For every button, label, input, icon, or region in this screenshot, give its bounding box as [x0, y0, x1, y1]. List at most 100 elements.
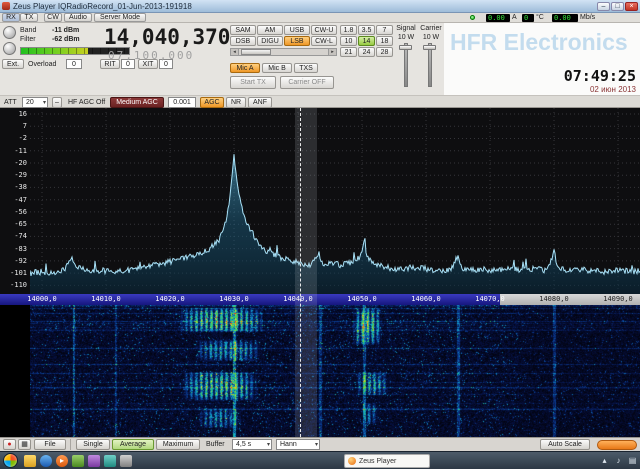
buffer-label: Buffer [206, 441, 225, 448]
mode-button-sam[interactable]: SAM [230, 25, 256, 35]
buffer-select[interactable]: 4,5 s [232, 439, 272, 450]
anf-button[interactable]: ANF [248, 97, 272, 108]
frequency-tick-label: 14040,0 [277, 295, 319, 303]
close-button[interactable]: × [625, 2, 638, 11]
volume-icon[interactable]: ♪ [613, 455, 624, 466]
tune-knob[interactable] [3, 26, 16, 39]
band-button-24[interactable]: 24 [358, 47, 375, 57]
db-axis-label: 7 [1, 122, 27, 130]
tab-tx[interactable]: TX [20, 13, 38, 22]
band-button-14[interactable]: 14 [358, 36, 375, 46]
mode-button-digu[interactable]: DIGU [257, 36, 283, 46]
vfo-a-frequency[interactable]: 14,040,370 [104, 25, 230, 49]
temperature-unit: °C [536, 14, 544, 21]
folder-icon[interactable] [24, 455, 36, 467]
band-button-3.5[interactable]: 3.5 [358, 25, 375, 35]
window-title: Zeus Player IQRadioRecord_01-Jun-2013-19… [13, 2, 596, 11]
mode-button-usb[interactable]: USB [284, 25, 310, 35]
overload-label: Overload [28, 61, 56, 68]
notepad-icon[interactable] [104, 455, 116, 467]
status-led [470, 15, 475, 20]
network-icon[interactable]: ▤ [627, 455, 638, 466]
control-panel: Band -11 dBm Filter -62 dBm Ext. Overloa… [0, 23, 640, 95]
mode-button-grid: SAMAMUSBCW-U DSBDIGULSBCW-L [230, 25, 337, 47]
agc-value-box[interactable]: 0.001 [168, 97, 196, 108]
start-tx-button[interactable]: Start TX [230, 76, 276, 89]
band-button-18[interactable]: 18 [376, 36, 393, 46]
carrier-off-button[interactable]: Carrier OFF [280, 76, 334, 89]
browser-icon[interactable] [40, 455, 52, 467]
calculator-icon[interactable] [120, 455, 132, 467]
window-function-select[interactable]: Hann [276, 439, 320, 450]
auto-scale-button[interactable]: Auto Scale [540, 439, 590, 450]
carrier-slider-label: Carrier [418, 25, 444, 32]
taskbar: ▸ Zeus Player ▴ ♪ ▤ [0, 451, 640, 469]
filter-meter-label: Filter [20, 36, 36, 43]
signal-slider-thumb[interactable] [399, 45, 412, 50]
band-button-10[interactable]: 10 [340, 36, 357, 46]
db-axis-label: -2 [1, 134, 27, 142]
carrier-slider-thumb[interactable] [423, 45, 436, 50]
waterfall-panel[interactable] [0, 305, 640, 437]
titlebar: Zeus Player IQRadioRecord_01-Jun-2013-19… [0, 0, 640, 13]
mode-scrollbar[interactable]: ◂ ▸ [230, 48, 337, 56]
ext-button[interactable]: Ext. [2, 59, 24, 69]
maximum-button[interactable]: Maximum [156, 439, 200, 450]
band-button-1.8[interactable]: 1.8 [340, 25, 357, 35]
mic-b-button[interactable]: Mic B [262, 63, 292, 73]
image-viewer-icon[interactable] [88, 455, 100, 467]
scroll-left-icon[interactable]: ◂ [231, 49, 239, 55]
mail-icon[interactable] [72, 455, 84, 467]
band-button-21[interactable]: 21 [340, 47, 357, 57]
att-select[interactable]: 20 [22, 97, 48, 108]
start-button[interactable] [3, 453, 18, 468]
waterfall-canvas[interactable] [30, 305, 640, 437]
mode-button-cw-u[interactable]: CW-U [311, 25, 337, 35]
spectrum-trace[interactable] [30, 108, 640, 294]
tab-server-mode[interactable]: Server Mode [94, 13, 146, 22]
clock-time: 07:49:25 [564, 67, 636, 85]
band-button-7[interactable]: 7 [376, 25, 393, 35]
scroll-right-icon[interactable]: ▸ [328, 49, 336, 55]
att-minus-button[interactable]: – [52, 97, 62, 108]
db-axis-label: -11 [1, 147, 27, 155]
frequency-tick-label: 14070,0 [469, 295, 511, 303]
bottom-toolbar: ● ▦ File Single Average Maximum Buffer 4… [0, 437, 640, 451]
minimize-button[interactable]: – [597, 2, 610, 11]
datarate-unit: Mb/s [580, 14, 595, 21]
nr-button[interactable]: NR [226, 97, 246, 108]
tab-rx[interactable]: RX [2, 13, 20, 22]
tab-cw[interactable]: CW [44, 13, 62, 22]
spectrum-panel[interactable]: 167-2-11-20-29-38-47-56-65-74-83-92-101-… [0, 108, 640, 294]
mode-button-dsb[interactable]: DSB [230, 36, 256, 46]
app-icon [2, 2, 10, 10]
taskbar-app-button[interactable]: Zeus Player [344, 454, 430, 468]
mode-button-am[interactable]: AM [257, 25, 283, 35]
mode-button-lsb[interactable]: LSB [284, 36, 310, 46]
agc-toggle-button[interactable]: AGC [200, 97, 224, 108]
hidden-icons-chevron-icon[interactable]: ▴ [599, 455, 610, 466]
txs-button[interactable]: TXS [294, 63, 318, 73]
scrollbar-thumb[interactable] [241, 49, 271, 55]
agc-mode-label: HF AGC Off [68, 99, 105, 106]
settings-grid-icon[interactable]: ▦ [18, 439, 31, 450]
mode-button-cw-l[interactable]: CW-L [311, 36, 337, 46]
frequency-tick-label: 14050,0 [341, 295, 383, 303]
db-axis-label: 16 [1, 110, 27, 118]
media-player-icon[interactable]: ▸ [56, 455, 68, 467]
file-button[interactable]: File [34, 439, 66, 450]
agc-speed-button[interactable]: Medium AGC [110, 97, 164, 108]
vfo-b-frequency[interactable]: 07,100,000 [108, 49, 194, 62]
db-axis-label: -56 [1, 208, 27, 216]
record-icon[interactable]: ● [3, 439, 16, 450]
tab-audio[interactable]: Audio [64, 13, 92, 22]
frequency-tick-label: 14000,0 [21, 295, 63, 303]
frequency-scale[interactable]: 14000,014010,014020,014030,014040,014050… [0, 294, 640, 305]
maximize-button[interactable]: □ [611, 2, 624, 11]
average-button[interactable]: Average [112, 439, 154, 450]
mic-a-button[interactable]: Mic A [230, 63, 260, 73]
volume-knob[interactable] [3, 42, 16, 55]
single-button[interactable]: Single [76, 439, 110, 450]
db-axis-label: -20 [1, 159, 27, 167]
band-button-28[interactable]: 28 [376, 47, 393, 57]
